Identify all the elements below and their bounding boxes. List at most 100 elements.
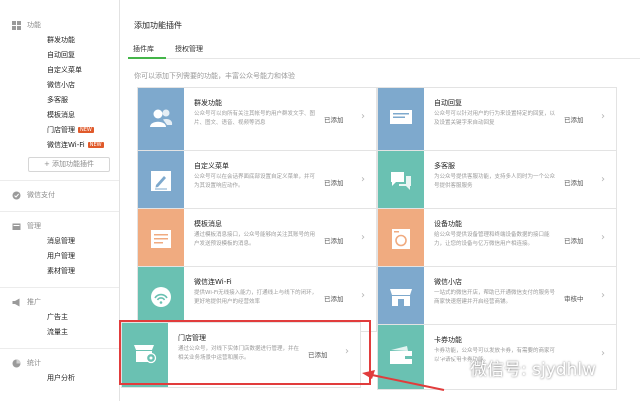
sidebar-item-label: 模板消息 (47, 111, 75, 119)
card-description: 一站式的微信开店，帮助已开通微信支付的服务号商家快速搭建并开启经营商铺。 (434, 290, 556, 305)
plugin-card-device[interactable]: 设备功能 给公众号提供设备管理和终端设备数据的接口能力，让您的设备与亿万微信用户… (377, 208, 617, 274)
tab-plugin-library[interactable]: 插件库 (133, 44, 154, 54)
sidebar-item-wechat-shop[interactable]: 微信小店 (0, 78, 119, 93)
card-title: 自定义菜单 (194, 162, 229, 170)
folder-icon (12, 222, 21, 231)
card-title: 自动回复 (434, 99, 462, 107)
card-description: 公众号可以在会话界面底部设置自定义菜单，并可为其设置响应动作。 (194, 174, 316, 189)
page-title: 添加功能插件 (134, 21, 182, 30)
divider (0, 287, 119, 288)
watermark: 微信号: sjydhlw (438, 352, 596, 382)
divider (0, 180, 119, 181)
card-status: 已添加 (324, 116, 344, 124)
users-icon (149, 108, 173, 132)
sidebar-section-manage: 管理 (0, 218, 119, 234)
grid-icon (12, 20, 21, 30)
chevron-right-icon: › (601, 174, 605, 185)
pie-chart-icon (12, 359, 21, 368)
chevron-right-icon: › (601, 290, 605, 301)
wifi-icon (148, 286, 174, 312)
highlight-box (119, 320, 371, 385)
pay-icon (12, 191, 21, 200)
chevron-right-icon: › (361, 232, 365, 243)
chevron-right-icon: › (361, 111, 365, 122)
sidebar-item-label: 微信小店 (47, 81, 75, 89)
tab-bar: 插件库 授权管理 (128, 40, 640, 59)
document-icon (150, 229, 172, 253)
card-icon-box (138, 88, 184, 152)
tab-authorization[interactable]: 授权管理 (175, 44, 203, 54)
message-icon (389, 108, 413, 132)
plugin-card-wechat-shop[interactable]: 微信小店 一站式的微信开店，帮助已开通微信支付的服务号商家快速搭建并开启经营商铺… (377, 266, 617, 332)
card-title: 多客服 (434, 162, 455, 170)
chevron-right-icon: › (601, 111, 605, 122)
sidebar-item-template-message[interactable]: 模板消息 (0, 108, 119, 123)
card-description: 为公众号提供客服功能，支持多人同时为一个公众号提供客服服务 (434, 174, 556, 189)
sidebar-section-promote: 推广 (0, 294, 119, 310)
sidebar-section-title: 功能 (27, 21, 41, 29)
wechat-logo-icon (438, 354, 464, 381)
sidebar-item-user-analysis[interactable]: 用户分析 (0, 371, 119, 386)
add-plugin-button[interactable]: + 添加功能插件 (28, 157, 110, 172)
plugin-card-template-message[interactable]: 模板消息 通过模板消息接口，公众号能够向关注其账号的用户发送预设模板的消息。 已… (137, 208, 377, 274)
card-description: 公众号可以向所有关注其帐号的用户群发文字、图片、图文、语音、视频等消息 (194, 111, 316, 126)
sidebar-section-title: 微信支付 (27, 191, 55, 199)
new-badge: NEW (78, 127, 94, 133)
card-description: 给公众号提供设备管理和终端设备数据的接口能力，让您的设备与亿万微信用户相连接。 (434, 232, 550, 247)
sidebar-item-mass-send[interactable]: 群发功能 (0, 33, 119, 48)
chevron-right-icon: › (361, 174, 365, 185)
watermark-text: 微信号: sjydhlw (470, 359, 596, 380)
sidebar-item-materials[interactable]: 素材管理 (0, 264, 119, 279)
card-icon-box (378, 151, 424, 215)
sidebar-item-customer-service[interactable]: 多客服 (0, 93, 119, 108)
chevron-right-icon: › (361, 290, 365, 301)
new-badge: NEW (87, 142, 104, 148)
divider (0, 211, 119, 212)
sidebar-section-title: 管理 (27, 222, 41, 230)
sidebar-section-title: 统计 (27, 359, 41, 367)
megaphone-icon (12, 298, 21, 307)
sidebar-item-label: 门店管理 (47, 126, 75, 134)
plugin-card-mass-send[interactable]: 群发功能 公众号可以向所有关注其帐号的用户群发文字、图片、图文、语音、视频等消息… (137, 87, 377, 153)
card-status: 已添加 (564, 116, 584, 124)
sidebar-item-wifi[interactable]: 微信连Wi-Fi NEW (0, 138, 119, 153)
card-title: 微信连Wi-Fi (194, 278, 232, 286)
divider (0, 348, 119, 349)
sidebar-section-stats: 统计 (0, 355, 119, 371)
chevron-right-icon: › (601, 348, 605, 359)
edit-icon (150, 170, 172, 196)
plugin-card-custom-menu[interactable]: 自定义菜单 公众号可以在会话界面底部设置自定义菜单，并可为其设置响应动作。 已添… (137, 150, 377, 216)
sidebar-item-label: 流量主 (47, 328, 68, 336)
plugin-card-customer-service[interactable]: 多客服 为公众号提供客服功能，支持多人同时为一个公众号提供客服服务 已添加 › (377, 150, 617, 216)
page-description: 你可以添加下列需要的功能，丰富公众号能力和体验 (134, 72, 295, 80)
card-description: 公众号可以针对用户的行为来设置特定的回复，以及设置关键字来自动回复 (434, 111, 556, 126)
sidebar-item-custom-menu[interactable]: 自定义菜单 (0, 63, 119, 78)
card-icon-box (378, 209, 424, 273)
card-title: 微信小店 (434, 278, 462, 286)
sidebar-item-label: 用户分析 (47, 374, 75, 382)
active-tab-indicator (128, 57, 166, 59)
sidebar-item-advertiser[interactable]: 广告主 (0, 310, 119, 325)
sidebar-section-title: 推广 (27, 298, 41, 306)
sidebar-item-label: 多客服 (47, 96, 68, 104)
sidebar-item-store-management[interactable]: 门店管理 NEW (0, 123, 119, 138)
card-status: 已添加 (324, 295, 344, 303)
sidebar-item-label: 消息管理 (47, 237, 75, 245)
sidebar-item-users[interactable]: 用户管理 (0, 249, 119, 264)
plugin-card-auto-reply[interactable]: 自动回复 公众号可以针对用户的行为来设置特定的回复，以及设置关键字来自动回复 已… (377, 87, 617, 153)
card-status: 已添加 (324, 237, 344, 245)
sidebar-section-features: 功能 (0, 17, 119, 33)
washer-icon (391, 228, 411, 254)
sidebar-item-auto-reply[interactable]: 自动回复 (0, 48, 119, 63)
sidebar-item-label: 自动回复 (47, 51, 75, 59)
shop-icon (389, 286, 413, 312)
sidebar-section-wechat-pay[interactable]: 微信支付 (0, 187, 119, 203)
sidebar-item-label: 微信连Wi-Fi (47, 141, 85, 149)
sidebar-item-messages[interactable]: 消息管理 (0, 234, 119, 249)
card-icon-box (378, 267, 424, 331)
card-status: 审核中 (564, 295, 584, 303)
chat-icon (389, 170, 413, 196)
card-title: 卡券功能 (434, 336, 462, 344)
sidebar-item-publisher[interactable]: 流量主 (0, 325, 119, 340)
card-title: 群发功能 (194, 99, 222, 107)
